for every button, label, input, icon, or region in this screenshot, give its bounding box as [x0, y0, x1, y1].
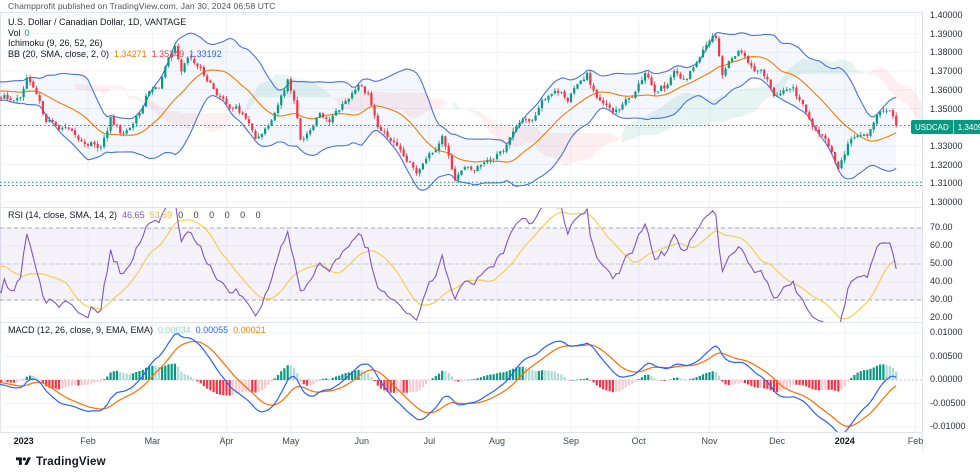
price-tick-label: 1.33000: [930, 140, 963, 151]
time-tick-label: Nov: [701, 436, 718, 446]
time-tick-label: 2023: [13, 436, 34, 446]
rsi-tick-label: 70.00: [930, 222, 953, 232]
macd-panel[interactable]: [0, 322, 922, 432]
rsi-ma-value: 53.59: [149, 210, 173, 220]
current-price-badge[interactable]: USDCAD 1.34093: [911, 120, 980, 134]
macd-line-value: 0.00055: [195, 325, 229, 335]
rsi-legend: RSI (14, close, SMA, 14, 2) 46.65 53.59 0 0…: [8, 210, 265, 221]
bb-basis-value: 1.34271: [114, 48, 147, 59]
time-axis[interactable]: 2023 Feb Mar Apr May Jun Jul Aug Sep Oct Nov Dec 202…: [0, 432, 924, 450]
bb-lower-value: 1.33192: [189, 48, 222, 59]
macd-tick-label: 0.00500: [930, 350, 963, 361]
macd-tick-label: 0.00000: [930, 374, 963, 384]
price-tick-label: 1.32000: [930, 159, 963, 170]
time-tick-label: Apr: [219, 436, 234, 446]
rsi-tick-label: 30.00: [930, 294, 953, 304]
symbol-title[interactable]: U.S. Dollar / Canadian Dollar, 1D, VANTA…: [8, 17, 222, 28]
tradingview-logo-icon: [16, 457, 31, 465]
time-tick-label: Dec: [769, 436, 786, 446]
main-legend: U.S. Dollar / Canadian Dollar, 1D, VANTA…: [8, 17, 222, 59]
tradingview-attribution[interactable]: TradingView: [16, 455, 106, 468]
time-tick-label: Feb: [907, 436, 924, 446]
macd-label[interactable]: MACD (12, 26, close, 9, EMA, EMA): [8, 325, 153, 335]
rsi-tick-label: 60.00: [930, 240, 953, 250]
macd-hist-value: 0.00034: [158, 325, 191, 335]
time-tick-label: Sep: [563, 436, 580, 446]
macd-legend: MACD (12, 26, close, 9, EMA, EMA) 0.00034…: [8, 325, 266, 336]
rsi-chart[interactable]: [0, 208, 922, 322]
rsi-zero-values: 0 0 0 0 0 0: [178, 210, 265, 220]
time-tick-label: May: [282, 436, 300, 446]
time-tick-label: Jun: [354, 436, 369, 446]
macd-signal-value: 0.00021: [233, 325, 266, 335]
time-tick-label: Oct: [631, 436, 646, 446]
price-tick-label: 1.30000: [930, 197, 963, 207]
bb-label[interactable]: BB (20, SMA, close, 2, 0): [8, 49, 109, 59]
macd-tick-label: -0.01000: [930, 421, 966, 431]
rsi-tick-label: 20.00: [930, 312, 953, 322]
rsi-value: 46.65: [122, 210, 145, 220]
price-tick-label: 1.37000: [930, 66, 963, 77]
rsi-panel[interactable]: [0, 207, 922, 322]
vol-value: 0: [24, 27, 30, 38]
tradingview-chart-window: Champprofit published on TradingView.com…: [0, 0, 980, 472]
price-tick-label: 1.31000: [930, 178, 963, 189]
price-tick-label: 1.40000: [930, 10, 963, 20]
rsi-tick-label: 50.00: [930, 258, 953, 268]
price-tick-label: 1.39000: [930, 28, 963, 39]
tradingview-brand-text: TradingView: [36, 455, 106, 468]
time-tick-label: Mar: [144, 436, 161, 446]
badge-price: 1.34093: [957, 122, 980, 132]
macd-tick-label: 0.01000: [930, 327, 963, 337]
rsi-tick-label: 40.00: [930, 276, 953, 286]
time-tick-label: Feb: [80, 436, 96, 446]
macd-chart[interactable]: [0, 323, 922, 432]
time-tick-label: Jul: [423, 436, 436, 446]
price-tick-label: 1.38000: [930, 47, 963, 58]
time-tick-label: Aug: [488, 436, 505, 446]
ichimoku-label[interactable]: Ichimoku (9, 26, 52, 26): [8, 38, 222, 49]
published-line: Champprofit published on TradingView.com…: [8, 1, 276, 11]
price-tick-label: 1.36000: [930, 84, 963, 95]
vol-label[interactable]: Vol: [8, 28, 21, 38]
price-axis[interactable]: 1.40000 1.39000 1.38000 1.37000 1.36000 1.350…: [922, 10, 980, 450]
rsi-label[interactable]: RSI (14, close, SMA, 14, 2): [8, 210, 117, 220]
time-tick-label: 2024: [834, 436, 855, 446]
price-tick-label: 1.35000: [930, 103, 963, 114]
macd-tick-label: -0.00500: [930, 397, 966, 408]
bb-upper-value: 1.35349: [151, 48, 185, 59]
badge-symbol: USDCAD: [911, 120, 954, 134]
